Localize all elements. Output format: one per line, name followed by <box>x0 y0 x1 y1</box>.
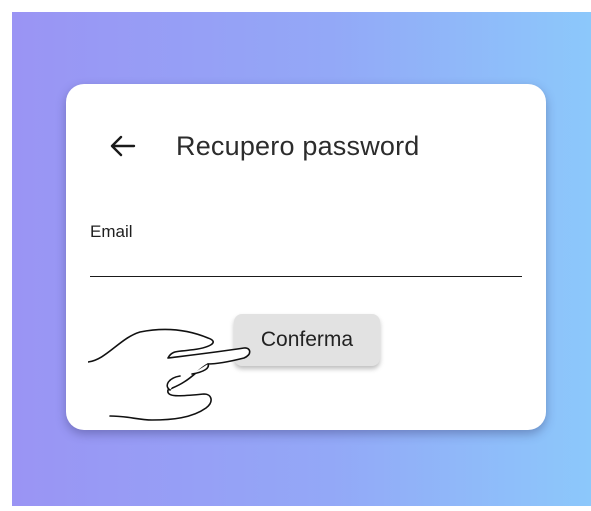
recovery-card: Recupero password Email Conferma <box>66 84 546 430</box>
arrow-left-icon <box>110 135 136 157</box>
email-input[interactable] <box>90 252 522 277</box>
email-field: Email <box>90 222 522 277</box>
confirm-button[interactable]: Conferma <box>234 314 380 366</box>
card-header: Recupero password <box>106 126 420 166</box>
pointing-hand-icon <box>88 328 251 421</box>
page-title: Recupero password <box>176 130 420 161</box>
back-button[interactable] <box>106 129 140 163</box>
background: Recupero password Email Conferma <box>12 12 591 506</box>
email-label: Email <box>90 222 133 241</box>
